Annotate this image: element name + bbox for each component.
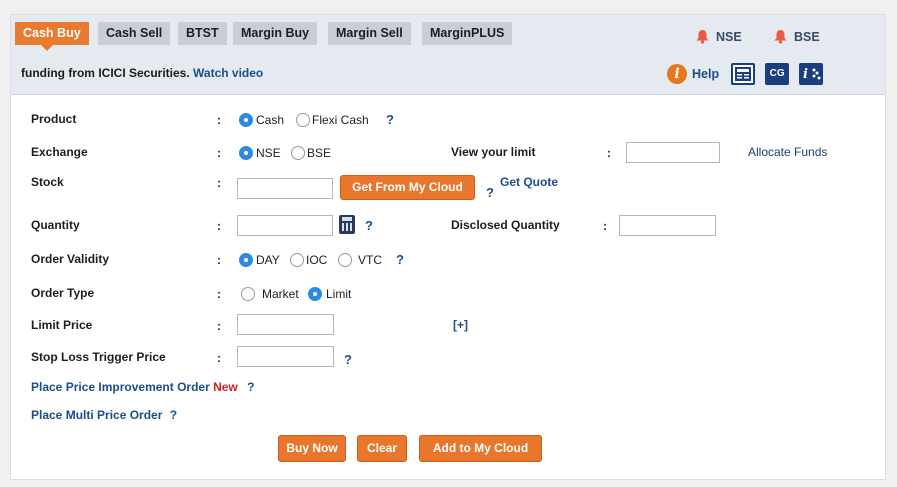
radio-limit[interactable] [308,287,322,301]
calculator-icon[interactable] [339,215,355,234]
nse-alert[interactable]: NSE [695,29,742,44]
colon: : [217,176,221,190]
stop-loss-input[interactable] [237,346,334,367]
cg-icon[interactable]: CG [765,63,790,85]
tab-margin-sell[interactable]: Margin Sell [328,22,411,45]
price-improvement-link[interactable]: Place Price Improvement Order [31,380,210,394]
vtc-option-label: VTC [358,253,382,267]
help-icon[interactable]: i [667,64,687,84]
ioc-option-label: IOC [306,253,328,267]
stop-loss-help-icon[interactable]: ? [344,352,352,367]
add-to-my-cloud-button[interactable]: Add to My Cloud [419,435,542,462]
stock-help-icon[interactable]: ? [486,185,494,200]
validity-help-icon[interactable]: ? [396,252,404,267]
colon: : [603,219,607,233]
bse-alert-label: BSE [794,29,820,44]
colon: : [217,287,221,301]
view-limit-label: View your limit [451,145,536,159]
colon: : [217,113,221,127]
bse-option-label: BSE [307,146,332,160]
header-bar: Cash Buy Cash Sell BTST Margin Buy Margi… [11,15,885,95]
tab-cash-buy[interactable]: Cash Buy [15,22,89,51]
radio-flexi-cash[interactable] [296,113,310,127]
quantity-label: Quantity [31,218,80,232]
quantity-help-icon[interactable]: ? [365,218,373,233]
multi-price-row: Place Multi Price Order ? [31,408,177,422]
price-improvement-row: Place Price Improvement Order New ? [31,380,254,394]
limit-field[interactable] [626,142,720,163]
limit-price-label: Limit Price [31,318,93,332]
stock-input[interactable] [237,178,333,199]
watch-video-link[interactable]: Watch video [193,66,263,80]
get-quote-link[interactable]: Get Quote [500,175,558,189]
radio-day[interactable] [239,253,253,267]
help-link[interactable]: Help [692,67,719,81]
colon: : [217,146,221,160]
get-from-my-cloud-button[interactable]: Get From My Cloud [340,175,475,200]
disclosed-quantity-input[interactable] [619,215,716,236]
radio-bse[interactable] [291,146,305,160]
product-help-icon[interactable]: ? [386,112,394,127]
colon: : [217,253,221,267]
quantity-input[interactable] [237,215,333,236]
colon: : [607,146,611,160]
multi-price-help-icon[interactable]: ? [170,408,177,422]
stop-loss-label: Stop Loss Trigger Price [31,350,166,364]
radio-nse[interactable] [239,146,253,160]
new-badge: New [213,380,238,394]
bell-icon [695,29,710,44]
toolbar: i Help CG i [667,63,824,85]
funding-text: funding from ICICI Securities. [21,66,190,80]
expand-link[interactable]: [+] [453,318,468,332]
limit-price-input[interactable] [237,314,334,335]
clear-button[interactable]: Clear [357,435,407,462]
exchange-label: Exchange [31,145,88,159]
price-improvement-help-icon[interactable]: ? [247,380,254,394]
tab-btst[interactable]: BTST [178,22,227,45]
newspaper-icon[interactable] [731,63,756,85]
disclosed-quantity-label: Disclosed Quantity [451,218,560,232]
colon: : [217,219,221,233]
bse-alert[interactable]: BSE [773,29,820,44]
info-chart-icon[interactable]: i [799,63,824,85]
radio-cash[interactable] [239,113,253,127]
order-type-label: Order Type [31,286,95,300]
nse-alert-label: NSE [716,29,742,44]
day-option-label: DAY [256,253,280,267]
product-label: Product [31,112,77,126]
tab-margin-buy[interactable]: Margin Buy [233,22,318,45]
buy-now-button[interactable]: Buy Now [278,435,346,462]
funding-banner: funding from ICICI Securities. Watch vid… [21,66,263,80]
radio-ioc[interactable] [290,253,304,267]
radio-market[interactable] [241,287,255,301]
limit-option-label: Limit [326,287,352,301]
bell-icon [773,29,788,44]
cash-option-label: Cash [256,113,285,127]
stock-label: Stock [31,175,64,189]
colon: : [217,351,221,365]
radio-vtc[interactable] [338,253,352,267]
colon: : [217,319,221,333]
nse-option-label: NSE [256,146,281,160]
market-option-label: Market [262,287,299,301]
flexi-cash-option-label: Flexi Cash [312,113,369,127]
svg-text:i: i [803,67,808,82]
tab-marginplus[interactable]: MarginPLUS [422,22,513,45]
allocate-funds-link[interactable]: Allocate Funds [748,145,827,159]
order-validity-label: Order Validity [31,252,110,266]
multi-price-link[interactable]: Place Multi Price Order [31,408,162,422]
tab-cash-sell[interactable]: Cash Sell [98,22,171,45]
order-panel: Cash Buy Cash Sell BTST Margin Buy Margi… [10,14,886,480]
